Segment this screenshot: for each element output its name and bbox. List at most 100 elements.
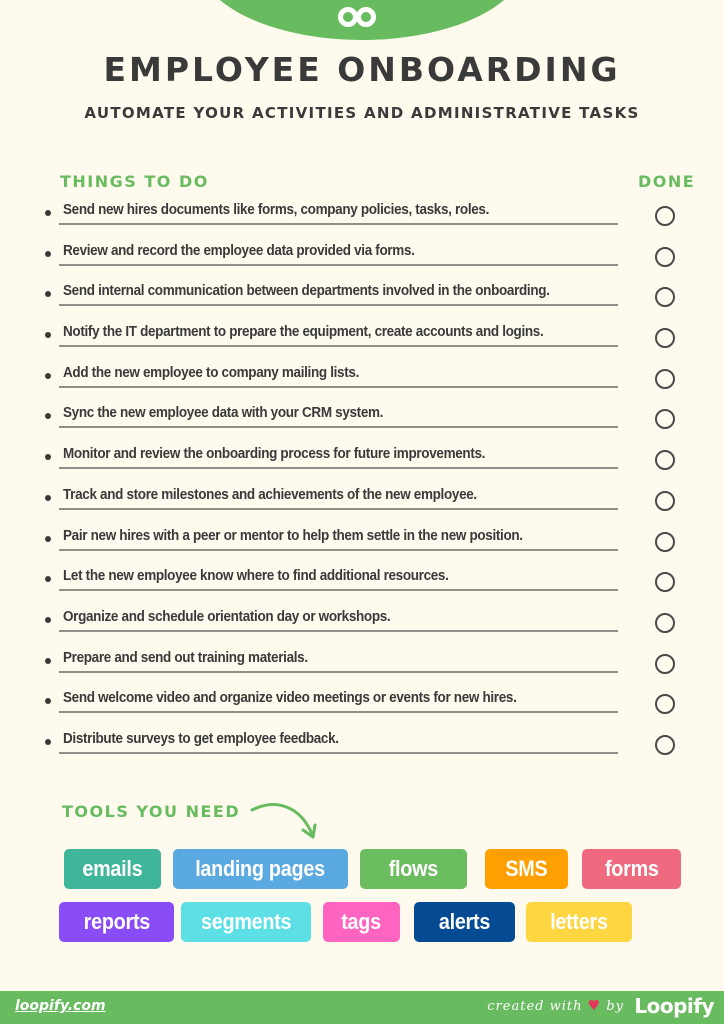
bullet-icon xyxy=(45,291,51,298)
task-underline xyxy=(59,507,618,510)
created-with-credit: created with ♥ by xyxy=(487,998,624,1014)
page-subtitle: AUTOMATE YOUR ACTIVITIES AND ADMINISTRAT… xyxy=(84,104,640,122)
done-checkbox[interactable] xyxy=(655,287,675,308)
things-to-do-heading: THINGS TO DO xyxy=(60,172,209,191)
bullet-icon xyxy=(45,535,51,542)
task-text: Send internal communication between depa… xyxy=(63,283,550,300)
task-underline xyxy=(59,263,618,266)
created-with-text: created with xyxy=(487,999,583,1014)
task-item: Let the new employee know where to find … xyxy=(40,562,700,603)
done-checkbox[interactable] xyxy=(655,206,675,226)
tool-tag-label: landing pages xyxy=(195,856,326,881)
done-checkbox[interactable] xyxy=(655,490,675,511)
task-underline xyxy=(59,385,618,388)
task-text: Let the new employee know where to find … xyxy=(63,568,449,585)
done-checkbox[interactable] xyxy=(655,246,675,267)
bullet-icon xyxy=(45,210,51,216)
curved-arrow-icon xyxy=(250,803,317,839)
task-text: Add the new employee to company mailing … xyxy=(63,364,360,381)
task-text: Prepare and send out training materials. xyxy=(63,649,308,666)
website-link[interactable]: loopify.com xyxy=(15,998,106,1014)
task-underline xyxy=(59,629,618,632)
task-text: Pair new hires with a peer or mentor to … xyxy=(63,527,523,544)
task-item: Send welcome video and organize video me… xyxy=(40,684,700,725)
task-item: Pair new hires with a peer or mentor to … xyxy=(40,522,700,563)
tool-tag-flows: flows xyxy=(360,849,467,889)
task-item: Organize and schedule orientation day or… xyxy=(40,603,700,644)
done-heading: DONE xyxy=(638,172,696,191)
bullet-icon xyxy=(45,494,51,501)
bullet-icon xyxy=(45,698,51,705)
tool-tag-label: tags xyxy=(341,909,382,934)
task-underline xyxy=(59,467,618,470)
done-checkbox[interactable] xyxy=(655,612,675,633)
task-underline xyxy=(59,223,618,225)
task-text: Organize and schedule orientation day or… xyxy=(63,608,391,625)
brand-logo: Loopify xyxy=(634,994,714,1018)
tool-tag-landing-pages: landing pages xyxy=(173,849,348,889)
tool-tag-forms: forms xyxy=(582,849,681,889)
task-text: Review and record the employee data prov… xyxy=(63,242,415,259)
task-item: Send new hires documents like forms, com… xyxy=(40,196,700,237)
task-underline xyxy=(59,548,618,551)
done-checkbox[interactable] xyxy=(655,653,675,674)
bullet-icon xyxy=(45,372,51,379)
task-item: Monitor and review the onboarding proces… xyxy=(40,440,700,481)
infinity-loop-icon xyxy=(338,7,376,27)
tool-tag-emails: emails xyxy=(64,849,161,889)
task-item: Sync the new employee data with your CRM… xyxy=(40,399,700,440)
tool-tag-label: flows xyxy=(388,856,439,881)
task-text: Track and store milestones and achieveme… xyxy=(63,486,477,503)
bullet-icon xyxy=(45,657,51,664)
tool-tag-label: segments xyxy=(200,909,292,934)
task-text: Distribute surveys to get employee feedb… xyxy=(63,730,339,747)
tools-heading: TOOLS YOU NEED xyxy=(62,802,241,821)
done-checkbox[interactable] xyxy=(655,328,675,349)
tool-tag-label: emails xyxy=(82,856,143,881)
task-underline xyxy=(59,345,618,348)
task-text: Send new hires documents like forms, com… xyxy=(63,202,490,218)
heart-icon: ♥ xyxy=(587,998,602,1014)
task-item: Review and record the employee data prov… xyxy=(40,237,700,278)
done-checkbox[interactable] xyxy=(655,734,675,755)
task-item: Prepare and send out training materials. xyxy=(40,644,700,685)
done-checkbox[interactable] xyxy=(655,409,675,430)
tool-tag-label: forms xyxy=(604,856,659,881)
bullet-icon xyxy=(45,332,51,339)
by-text: by xyxy=(606,999,624,1014)
task-item: Add the new employee to company mailing … xyxy=(40,359,700,400)
bullet-icon xyxy=(45,616,51,623)
done-checkbox[interactable] xyxy=(655,572,675,593)
tool-tag-label: reports xyxy=(83,909,150,934)
done-checkbox[interactable] xyxy=(655,450,675,471)
tool-tag-tags: tags xyxy=(323,902,400,942)
task-underline xyxy=(59,589,618,592)
task-text: Sync the new employee data with your CRM… xyxy=(63,405,384,422)
task-underline xyxy=(59,711,618,714)
task-item: Send internal communication between depa… xyxy=(40,277,700,318)
tool-tag-label: letters xyxy=(550,909,608,934)
bullet-icon xyxy=(45,738,51,745)
footer: loopify.com created with ♥ by Loopify xyxy=(0,991,724,1024)
bullet-icon xyxy=(45,250,51,257)
tool-tag-sms: SMS xyxy=(485,849,568,889)
done-checkbox[interactable] xyxy=(655,531,675,552)
bullet-icon xyxy=(45,454,51,461)
done-checkbox[interactable] xyxy=(655,694,675,715)
task-underline xyxy=(59,304,618,307)
task-underline xyxy=(59,426,618,429)
tool-tag-label: SMS xyxy=(505,856,548,881)
task-item: Track and store milestones and achieveme… xyxy=(40,481,700,522)
bullet-icon xyxy=(45,413,51,420)
tool-tag-label: alerts xyxy=(438,909,491,934)
tool-tag-reports: reports xyxy=(59,902,174,942)
tool-tag-segments: segments xyxy=(181,902,311,942)
task-underline xyxy=(59,751,618,754)
task-item: Notify the IT department to prepare the … xyxy=(40,318,700,359)
task-text: Monitor and review the onboarding proces… xyxy=(63,446,486,463)
done-checkbox[interactable] xyxy=(655,368,675,389)
task-list: Send new hires documents like forms, com… xyxy=(40,196,700,766)
tool-tag-alerts: alerts xyxy=(414,902,515,942)
task-item: Distribute surveys to get employee feedb… xyxy=(40,725,700,766)
task-text: Send welcome video and organize video me… xyxy=(63,690,517,707)
